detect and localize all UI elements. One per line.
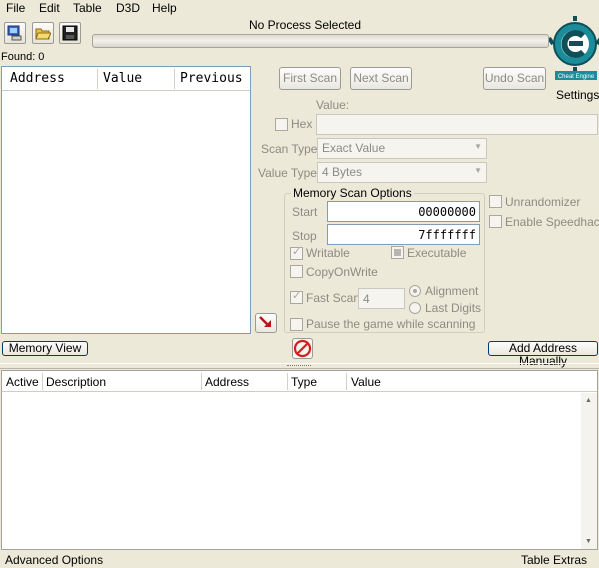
address-list-scrollbar[interactable]: ▲ ▼ xyxy=(581,393,597,549)
arrow-down-right-icon xyxy=(259,316,271,327)
stop-label: Stop xyxy=(292,229,317,243)
speedhack-label: Enable Speedhack xyxy=(505,215,599,229)
column-active[interactable]: Active xyxy=(6,375,39,389)
open-file-button[interactable] xyxy=(32,22,54,44)
last-digits-label: Last Digits xyxy=(425,301,482,315)
copyonwrite-checkbox[interactable] xyxy=(290,265,303,278)
writable-checkbox[interactable] xyxy=(290,245,303,260)
scan-type-selected: Exact Value xyxy=(322,141,386,155)
chevron-down-icon: ▼ xyxy=(474,142,482,151)
address-list-header: Active Description Address Type Value xyxy=(2,371,597,392)
scan-results-header: Address Value Previous xyxy=(2,67,250,91)
unrandomizer-label: Unrandomizer xyxy=(505,195,581,209)
svg-text:Cheat Engine: Cheat Engine xyxy=(558,74,595,80)
column-description[interactable]: Description xyxy=(46,375,106,389)
chevron-down-icon: ▼ xyxy=(474,166,482,175)
table-extras-link[interactable]: Table Extras xyxy=(521,553,587,567)
menu-bar: File Edit Table D3D Help xyxy=(0,0,599,16)
computer-icon xyxy=(7,25,22,41)
executable-checkbox[interactable] xyxy=(391,246,404,259)
add-to-address-list-button[interactable] xyxy=(255,313,277,333)
speedhack-checkbox[interactable] xyxy=(489,215,502,228)
last-digits-radio[interactable] xyxy=(409,302,421,314)
add-address-manually-button[interactable]: Add Address Manually xyxy=(488,341,598,368)
scroll-up-icon[interactable]: ▲ xyxy=(585,397,592,404)
pause-game-checkbox[interactable] xyxy=(290,318,303,331)
fast-scan-input[interactable]: 4 xyxy=(358,288,405,309)
no-entry-icon xyxy=(293,339,312,358)
column-address[interactable]: Address xyxy=(205,375,249,389)
advanced-options-link[interactable]: Advanced Options xyxy=(5,553,103,567)
alignment-label: Alignment xyxy=(425,284,479,298)
column-value[interactable]: Value xyxy=(351,375,381,389)
scan-type-label: Scan Type xyxy=(261,142,318,156)
stop-address-input[interactable]: 7fffffff xyxy=(327,224,480,245)
menu-d3d[interactable]: D3D xyxy=(116,1,140,15)
splitter[interactable] xyxy=(0,363,599,369)
memory-view-button[interactable]: Memory View xyxy=(2,341,88,356)
scroll-down-icon[interactable]: ▼ xyxy=(585,538,592,545)
cheat-engine-logo-icon: Cheat Engine xyxy=(547,16,599,80)
menu-edit[interactable]: Edit xyxy=(39,1,60,15)
executable-label: Executable xyxy=(407,246,467,260)
settings-label[interactable]: Settings xyxy=(556,88,599,102)
menu-table[interactable]: Table xyxy=(73,1,102,15)
column-value[interactable]: Value xyxy=(103,71,142,86)
copyonwrite-label: CopyOnWrite xyxy=(306,265,378,279)
scan-type-select[interactable]: Exact Value ▼ xyxy=(317,138,487,159)
value-type-select[interactable]: 4 Bytes ▼ xyxy=(317,162,487,183)
address-list[interactable]: Active Description Address Type Value ▲ … xyxy=(1,370,598,550)
memory-scan-options-title: Memory Scan Options xyxy=(291,186,414,200)
stop-button[interactable] xyxy=(292,338,313,359)
start-address-input[interactable]: 00000000 xyxy=(327,201,480,222)
scan-progress-bar xyxy=(92,34,549,48)
unrandomizer-checkbox[interactable] xyxy=(489,195,502,208)
value-input[interactable] xyxy=(316,114,598,135)
scan-results-list[interactable]: Address Value Previous xyxy=(1,66,251,334)
column-type[interactable]: Type xyxy=(291,375,317,389)
fast-scan-checkbox[interactable] xyxy=(290,289,303,304)
column-address[interactable]: Address xyxy=(10,71,65,86)
column-previous[interactable]: Previous xyxy=(180,71,243,86)
floppy-disk-icon xyxy=(62,25,78,41)
writable-label: Writable xyxy=(306,246,350,260)
value-type-label: Value Type xyxy=(258,166,317,180)
hex-label: Hex xyxy=(291,117,313,131)
next-scan-button[interactable]: Next Scan xyxy=(350,67,412,90)
process-title: No Process Selected xyxy=(248,18,362,32)
hex-checkbox[interactable] xyxy=(275,118,288,131)
fast-scan-label: Fast Scan xyxy=(306,291,361,305)
start-label: Start xyxy=(292,205,318,219)
save-button[interactable] xyxy=(59,22,81,44)
undo-scan-button[interactable]: Undo Scan xyxy=(483,67,546,90)
value-type-selected: 4 Bytes xyxy=(322,165,363,179)
found-count: Found: 0 xyxy=(1,51,45,63)
menu-help[interactable]: Help xyxy=(152,1,177,15)
value-label: Value: xyxy=(316,98,350,112)
pause-game-label: Pause the game while scanning xyxy=(306,317,476,331)
alignment-radio[interactable] xyxy=(409,285,421,297)
first-scan-button[interactable]: First Scan xyxy=(279,67,341,90)
menu-file[interactable]: File xyxy=(6,1,25,15)
open-process-button[interactable] xyxy=(4,22,26,44)
folder-open-icon xyxy=(35,28,51,40)
cheat-engine-logo[interactable]: Cheat Engine xyxy=(547,16,599,88)
